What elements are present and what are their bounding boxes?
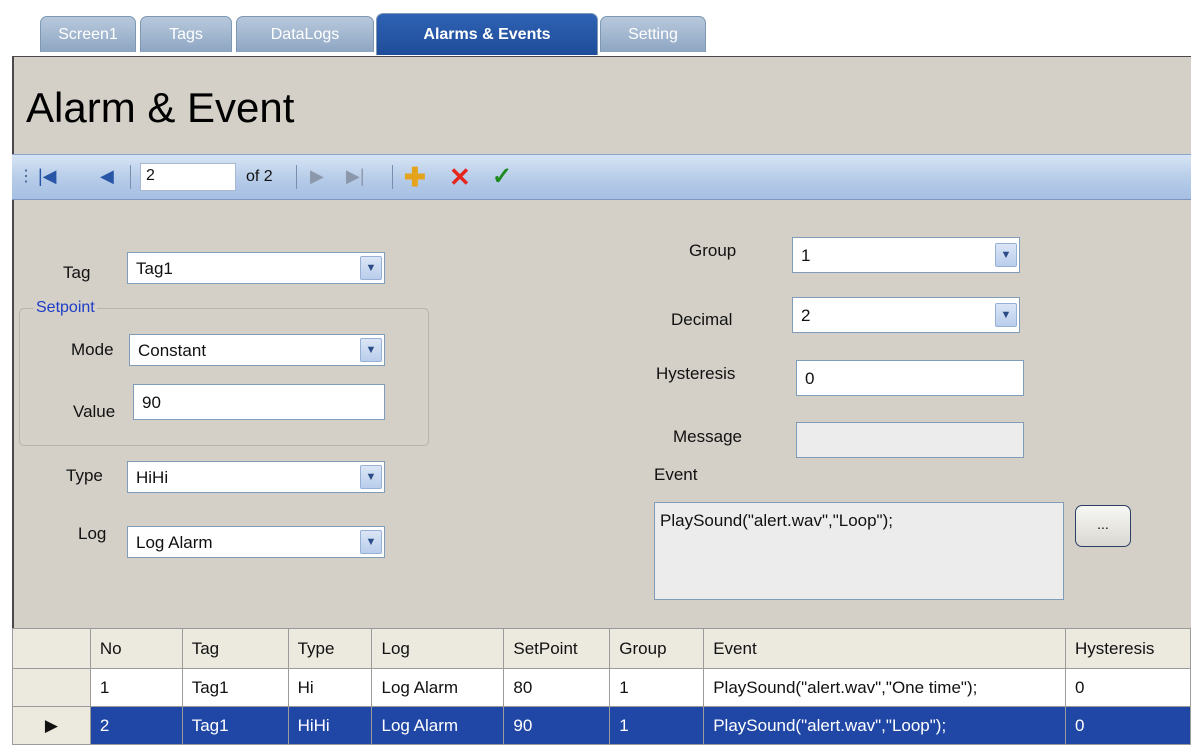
setpoint-value-field[interactable]: 90 — [133, 384, 385, 420]
move-last-icon[interactable]: ▶| — [346, 166, 365, 187]
chevron-down-icon[interactable]: ▼ — [360, 256, 382, 280]
mode-label: Mode — [71, 340, 114, 359]
mode-combobox[interactable]: Constant ▼ — [129, 334, 385, 366]
cell-event[interactable]: PlaySound("alert.wav","One time"); — [703, 668, 1066, 707]
setpoint-legend: Setpoint — [34, 299, 97, 317]
cell-type[interactable]: HiHi — [287, 706, 373, 745]
event-label: Event — [654, 465, 698, 484]
move-previous-icon[interactable]: ◀ — [100, 166, 114, 187]
message-field[interactable] — [796, 422, 1024, 458]
tab-tags[interactable]: Tags — [140, 16, 232, 52]
message-label: Message — [673, 427, 742, 446]
row-header[interactable] — [12, 668, 91, 707]
table-row[interactable]: 1 Tag1 Hi Log Alarm 80 1 PlaySound("aler… — [12, 668, 1191, 707]
grid-header-row: No Tag Type Log SetPoint Group Event Hys… — [12, 628, 1191, 669]
chevron-down-icon[interactable]: ▼ — [995, 303, 1017, 327]
group-label: Group — [689, 241, 737, 260]
record-navigator: ⋮ |◀ ◀ 2 of 2 ▶ ▶| ✚ ✕ ✓ — [12, 154, 1191, 200]
toolbar-grip-icon: ⋮ — [18, 168, 34, 185]
column-header-hysteresis[interactable]: Hysteresis — [1065, 628, 1191, 669]
decimal-combobox[interactable]: 2 ▼ — [792, 297, 1020, 333]
tab-setting[interactable]: Setting — [600, 16, 706, 52]
hysteresis-field[interactable]: 0 — [796, 360, 1024, 396]
setpoint-groupbox — [19, 308, 429, 446]
cell-type[interactable]: Hi — [287, 668, 373, 707]
column-header-log[interactable]: Log — [371, 628, 505, 669]
cell-setpoint[interactable]: 80 — [503, 668, 611, 707]
type-combobox[interactable]: HiHi ▼ — [127, 461, 385, 493]
event-script-text: PlaySound("alert.wav","Loop"); — [660, 511, 893, 530]
delete-icon[interactable]: ✕ — [449, 162, 471, 193]
chevron-down-icon[interactable]: ▼ — [995, 243, 1017, 267]
cell-tag[interactable]: Tag1 — [181, 706, 289, 745]
column-header-group[interactable]: Group — [609, 628, 705, 669]
log-combobox[interactable]: Log Alarm ▼ — [127, 526, 385, 558]
cell-log[interactable]: Log Alarm — [371, 706, 505, 745]
cell-hysteresis[interactable]: 0 — [1065, 706, 1191, 745]
tab-alarms-events[interactable]: Alarms & Events — [376, 13, 598, 55]
chevron-down-icon[interactable]: ▼ — [360, 465, 382, 489]
tab-screen1[interactable]: Screen1 — [40, 16, 136, 52]
column-header-event[interactable]: Event — [703, 628, 1066, 669]
log-label: Log — [78, 524, 107, 543]
column-header-type[interactable]: Type — [287, 628, 373, 669]
type-label: Type — [66, 466, 103, 485]
cell-no[interactable]: 1 — [89, 668, 183, 707]
chevron-down-icon[interactable]: ▼ — [360, 338, 382, 362]
page-title: Alarm & Event — [26, 84, 295, 131]
cell-setpoint[interactable]: 90 — [503, 706, 611, 745]
table-row-selected[interactable]: ▶ 2 Tag1 HiHi Log Alarm 90 1 PlaySound("… — [12, 706, 1191, 745]
save-check-icon[interactable]: ✓ — [492, 162, 512, 191]
toolbar-separator — [130, 165, 131, 189]
cell-group[interactable]: 1 — [609, 668, 705, 707]
current-row-arrow-icon[interactable]: ▶ — [12, 706, 91, 745]
group-combobox[interactable]: 1 ▼ — [792, 237, 1020, 273]
cell-tag[interactable]: Tag1 — [181, 668, 289, 707]
move-first-icon[interactable]: |◀ — [38, 166, 57, 187]
column-header-no[interactable]: No — [89, 628, 183, 669]
alarm-grid: No Tag Type Log SetPoint Group Event Hys… — [12, 628, 1191, 748]
toolbar-separator — [296, 165, 297, 189]
cell-group[interactable]: 1 — [609, 706, 705, 745]
record-count: of 2 — [246, 168, 273, 185]
cell-no[interactable]: 2 — [89, 706, 183, 745]
decimal-label: Decimal — [671, 310, 733, 329]
cell-hysteresis[interactable]: 0 — [1065, 668, 1191, 707]
toolbar-separator — [392, 165, 393, 189]
chevron-down-icon[interactable]: ▼ — [360, 530, 382, 554]
column-header-tag[interactable]: Tag — [181, 628, 289, 669]
add-icon[interactable]: ✚ — [404, 162, 426, 193]
tab-strip: Screen1 Tags DataLogs Alarms & Events Se… — [0, 0, 1191, 56]
row-header-corner — [12, 628, 91, 669]
column-header-setpoint[interactable]: SetPoint — [503, 628, 611, 669]
position-input[interactable]: 2 — [140, 163, 236, 191]
tab-datalogs[interactable]: DataLogs — [236, 16, 374, 52]
cell-event[interactable]: PlaySound("alert.wav","Loop"); — [703, 706, 1066, 745]
cell-log[interactable]: Log Alarm — [371, 668, 505, 707]
tag-label: Tag — [63, 263, 91, 282]
browse-event-button[interactable]: ... — [1075, 505, 1131, 547]
hysteresis-label: Hysteresis — [656, 364, 736, 383]
value-label: Value — [73, 402, 116, 421]
move-next-icon[interactable]: ▶ — [310, 166, 324, 187]
tag-combobox[interactable]: Tag1 ▼ — [127, 252, 385, 284]
